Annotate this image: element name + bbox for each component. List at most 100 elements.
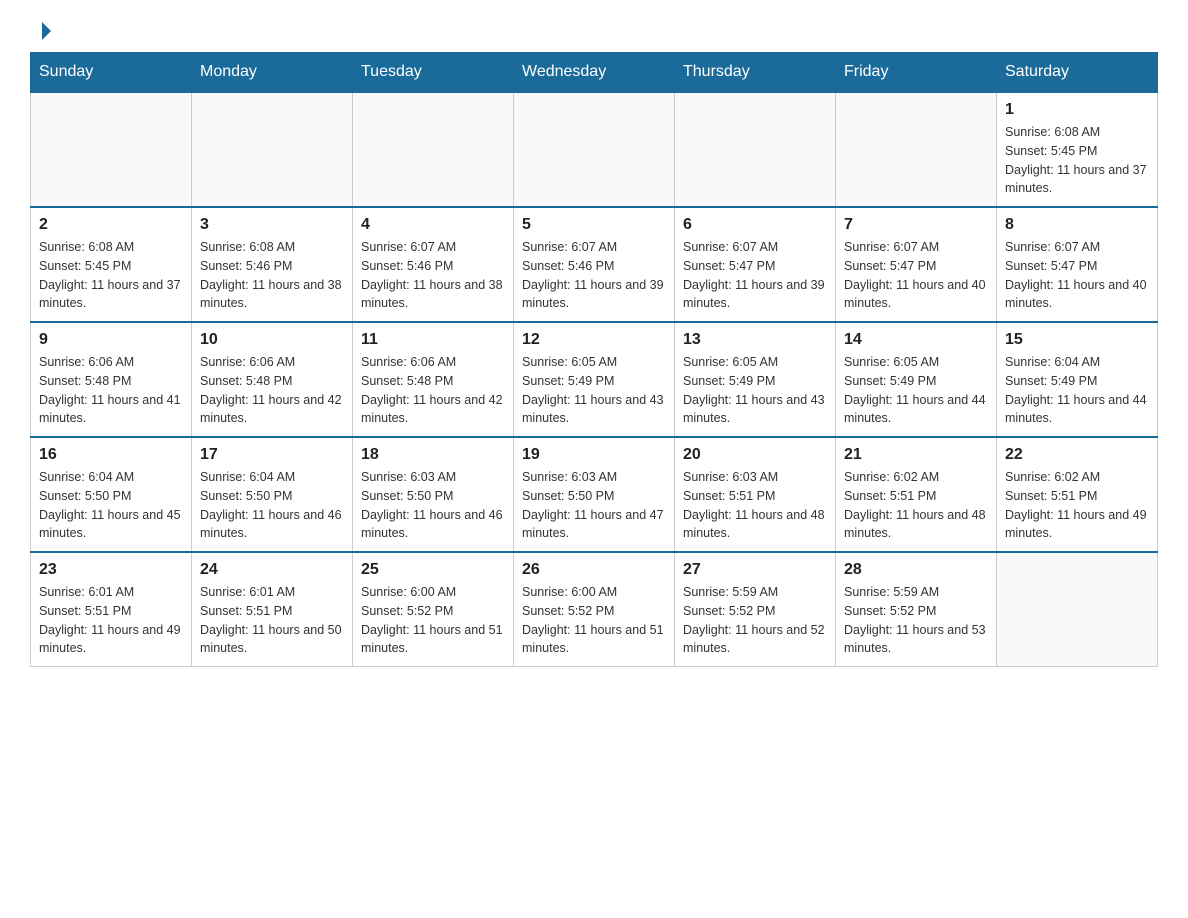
calendar-cell bbox=[514, 92, 675, 207]
calendar-cell: 28 Sunrise: 5:59 AMSunset: 5:52 PMDayligh… bbox=[836, 552, 997, 667]
calendar-cell: 16 Sunrise: 6:04 AMSunset: 5:50 PMDayligh… bbox=[31, 437, 192, 552]
day-number: 11 bbox=[361, 331, 505, 349]
calendar-cell bbox=[675, 92, 836, 207]
day-info: Sunrise: 6:05 AMSunset: 5:49 PMDaylight:… bbox=[522, 353, 666, 428]
calendar-body: 1 Sunrise: 6:08 AMSunset: 5:45 PMDaylight… bbox=[31, 92, 1158, 667]
calendar-cell: 19 Sunrise: 6:03 AMSunset: 5:50 PMDayligh… bbox=[514, 437, 675, 552]
day-info: Sunrise: 6:07 AMSunset: 5:46 PMDaylight:… bbox=[361, 238, 505, 313]
day-number: 28 bbox=[844, 561, 988, 579]
day-number: 14 bbox=[844, 331, 988, 349]
weekday-header-thursday: Thursday bbox=[675, 53, 836, 93]
day-info: Sunrise: 6:08 AMSunset: 5:45 PMDaylight:… bbox=[39, 238, 183, 313]
week-row-1: 1 Sunrise: 6:08 AMSunset: 5:45 PMDaylight… bbox=[31, 92, 1158, 207]
day-info: Sunrise: 6:03 AMSunset: 5:50 PMDaylight:… bbox=[522, 468, 666, 543]
day-info: Sunrise: 6:07 AMSunset: 5:47 PMDaylight:… bbox=[1005, 238, 1149, 313]
day-info: Sunrise: 6:05 AMSunset: 5:49 PMDaylight:… bbox=[683, 353, 827, 428]
day-info: Sunrise: 6:04 AMSunset: 5:50 PMDaylight:… bbox=[200, 468, 344, 543]
calendar-cell: 15 Sunrise: 6:04 AMSunset: 5:49 PMDayligh… bbox=[997, 322, 1158, 437]
day-number: 17 bbox=[200, 446, 344, 464]
day-info: Sunrise: 6:03 AMSunset: 5:50 PMDaylight:… bbox=[361, 468, 505, 543]
day-info: Sunrise: 6:00 AMSunset: 5:52 PMDaylight:… bbox=[361, 583, 505, 658]
weekday-header-tuesday: Tuesday bbox=[353, 53, 514, 93]
weekday-header-wednesday: Wednesday bbox=[514, 53, 675, 93]
day-number: 6 bbox=[683, 216, 827, 234]
day-info: Sunrise: 6:04 AMSunset: 5:49 PMDaylight:… bbox=[1005, 353, 1149, 428]
weekday-header-row: SundayMondayTuesdayWednesdayThursdayFrid… bbox=[31, 53, 1158, 93]
logo-flag-icon bbox=[31, 20, 53, 42]
day-number: 19 bbox=[522, 446, 666, 464]
day-number: 5 bbox=[522, 216, 666, 234]
day-number: 16 bbox=[39, 446, 183, 464]
calendar-cell: 25Sunrise: 6:00 AMSunset: 5:52 PMDayligh… bbox=[353, 552, 514, 667]
weekday-header-monday: Monday bbox=[192, 53, 353, 93]
calendar-table: SundayMondayTuesdayWednesdayThursdayFrid… bbox=[30, 52, 1158, 667]
week-row-4: 16 Sunrise: 6:04 AMSunset: 5:50 PMDayligh… bbox=[31, 437, 1158, 552]
page-header bbox=[30, 20, 1158, 42]
calendar-cell: 27 Sunrise: 5:59 AMSunset: 5:52 PMDayligh… bbox=[675, 552, 836, 667]
day-number: 21 bbox=[844, 446, 988, 464]
calendar-cell: 9Sunrise: 6:06 AMSunset: 5:48 PMDaylight… bbox=[31, 322, 192, 437]
day-info: Sunrise: 5:59 AMSunset: 5:52 PMDaylight:… bbox=[683, 583, 827, 658]
calendar-cell: 21 Sunrise: 6:02 AMSunset: 5:51 PMDayligh… bbox=[836, 437, 997, 552]
day-info: Sunrise: 6:00 AMSunset: 5:52 PMDaylight:… bbox=[522, 583, 666, 658]
weekday-header-friday: Friday bbox=[836, 53, 997, 93]
calendar-cell: 22 Sunrise: 6:02 AMSunset: 5:51 PMDayligh… bbox=[997, 437, 1158, 552]
day-number: 12 bbox=[522, 331, 666, 349]
day-info: Sunrise: 6:01 AMSunset: 5:51 PMDaylight:… bbox=[39, 583, 183, 658]
calendar-cell: 23 Sunrise: 6:01 AMSunset: 5:51 PMDayligh… bbox=[31, 552, 192, 667]
calendar-cell: 1 Sunrise: 6:08 AMSunset: 5:45 PMDaylight… bbox=[997, 92, 1158, 207]
day-number: 27 bbox=[683, 561, 827, 579]
week-row-5: 23 Sunrise: 6:01 AMSunset: 5:51 PMDayligh… bbox=[31, 552, 1158, 667]
day-info: Sunrise: 6:07 AMSunset: 5:47 PMDaylight:… bbox=[844, 238, 988, 313]
calendar-cell: 6 Sunrise: 6:07 AMSunset: 5:47 PMDaylight… bbox=[675, 207, 836, 322]
calendar-cell: 24 Sunrise: 6:01 AMSunset: 5:51 PMDayligh… bbox=[192, 552, 353, 667]
week-row-2: 2 Sunrise: 6:08 AMSunset: 5:45 PMDaylight… bbox=[31, 207, 1158, 322]
day-number: 23 bbox=[39, 561, 183, 579]
calendar-cell: 26 Sunrise: 6:00 AMSunset: 5:52 PMDayligh… bbox=[514, 552, 675, 667]
day-number: 26 bbox=[522, 561, 666, 579]
calendar-cell: 11Sunrise: 6:06 AMSunset: 5:48 PMDayligh… bbox=[353, 322, 514, 437]
day-info: Sunrise: 6:01 AMSunset: 5:51 PMDaylight:… bbox=[200, 583, 344, 658]
day-number: 22 bbox=[1005, 446, 1149, 464]
calendar-cell: 5 Sunrise: 6:07 AMSunset: 5:46 PMDaylight… bbox=[514, 207, 675, 322]
day-info: Sunrise: 6:03 AMSunset: 5:51 PMDaylight:… bbox=[683, 468, 827, 543]
day-info: Sunrise: 6:07 AMSunset: 5:47 PMDaylight:… bbox=[683, 238, 827, 313]
day-info: Sunrise: 6:02 AMSunset: 5:51 PMDaylight:… bbox=[844, 468, 988, 543]
day-info: Sunrise: 6:06 AMSunset: 5:48 PMDaylight:… bbox=[200, 353, 344, 428]
calendar-cell: 18 Sunrise: 6:03 AMSunset: 5:50 PMDayligh… bbox=[353, 437, 514, 552]
day-info: Sunrise: 6:05 AMSunset: 5:49 PMDaylight:… bbox=[844, 353, 988, 428]
day-number: 2 bbox=[39, 216, 183, 234]
week-row-3: 9 Sunrise: 6:06 AMSunset: 5:48 PMDaylight… bbox=[31, 322, 1158, 437]
day-number: 9 bbox=[39, 331, 183, 349]
day-number: 15 bbox=[1005, 331, 1149, 349]
calendar-cell: 7 Sunrise: 6:07 AMSunset: 5:47 PMDaylight… bbox=[836, 207, 997, 322]
calendar-cell: 12 Sunrise: 6:05 AMSunset: 5:49 PMDayligh… bbox=[514, 322, 675, 437]
calendar-cell bbox=[353, 92, 514, 207]
weekday-header-saturday: Saturday bbox=[997, 53, 1158, 93]
day-info: Sunrise: 6:07 AMSunset: 5:46 PMDaylight:… bbox=[522, 238, 666, 313]
calendar-cell bbox=[192, 92, 353, 207]
day-info: Sunrise: 6:02 AMSunset: 5:51 PMDaylight:… bbox=[1005, 468, 1149, 543]
calendar-cell: 13 Sunrise: 6:05 AMSunset: 5:49 PMDayligh… bbox=[675, 322, 836, 437]
day-info: Sunrise: 5:59 AMSunset: 5:52 PMDaylight:… bbox=[844, 583, 988, 658]
day-number: 13 bbox=[683, 331, 827, 349]
calendar-cell: 4 Sunrise: 6:07 AMSunset: 5:46 PMDaylight… bbox=[353, 207, 514, 322]
day-number: 20 bbox=[683, 446, 827, 464]
day-number: 7 bbox=[844, 216, 988, 234]
day-number: 1 bbox=[1005, 101, 1149, 119]
calendar-cell: 14 Sunrise: 6:05 AMSunset: 5:49 PMDayligh… bbox=[836, 322, 997, 437]
day-number: 8 bbox=[1005, 216, 1149, 234]
calendar-cell: 17 Sunrise: 6:04 AMSunset: 5:50 PMDayligh… bbox=[192, 437, 353, 552]
day-number: 24 bbox=[200, 561, 344, 579]
calendar-cell: 20 Sunrise: 6:03 AMSunset: 5:51 PMDayligh… bbox=[675, 437, 836, 552]
day-number: 18 bbox=[361, 446, 505, 464]
day-info: Sunrise: 6:04 AMSunset: 5:50 PMDaylight:… bbox=[39, 468, 183, 543]
day-number: 3 bbox=[200, 216, 344, 234]
day-number: 10 bbox=[200, 331, 344, 349]
calendar-cell: 2 Sunrise: 6:08 AMSunset: 5:45 PMDaylight… bbox=[31, 207, 192, 322]
calendar-cell bbox=[997, 552, 1158, 667]
day-info: Sunrise: 6:08 AMSunset: 5:45 PMDaylight:… bbox=[1005, 123, 1149, 198]
day-info: Sunrise: 6:08 AMSunset: 5:46 PMDaylight:… bbox=[200, 238, 344, 313]
weekday-header-sunday: Sunday bbox=[31, 53, 192, 93]
day-number: 4 bbox=[361, 216, 505, 234]
